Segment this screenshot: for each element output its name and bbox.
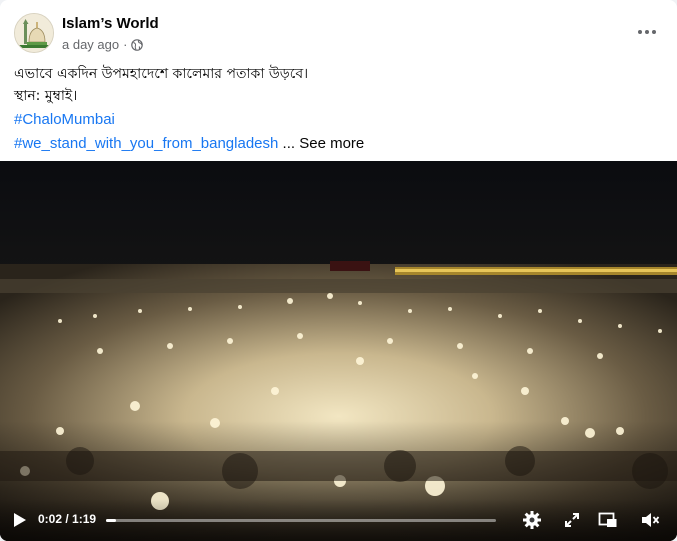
post-body-text: এভাবে একদিন উপমহাদেশে কালেমার পতাকা উড়ব… [14,63,664,107]
post-timestamp[interactable]: a day ago [62,37,119,52]
time-separator: / [62,512,73,526]
current-time: 0:02 [38,512,63,526]
progress-bar[interactable] [106,519,496,522]
video-player[interactable]: 0:02 / 1:19 [0,161,677,541]
post-header: Islam’s World a day ago · [0,0,677,62]
more-options-button[interactable] [631,16,663,48]
video-time: 0:02 / 1:19 [38,512,96,526]
truncation-ellipsis: ... [282,135,296,152]
meta-separator: · [123,37,128,52]
progress-fill [106,519,116,522]
video-duration: 1:19 [72,512,97,526]
post-meta: a day ago · [62,37,144,52]
settings-gear-icon[interactable] [522,510,542,530]
picture-in-picture-icon[interactable] [598,510,618,530]
hashtag-list: #ChaloMumbai #we_stand_with_you_from_ban… [14,108,664,156]
post-text-line-1: এভাবে একদিন উপমহাদেশে কালেমার পতাকা উড়ব… [14,66,309,82]
see-more-link[interactable]: See more [299,135,364,152]
video-frame [0,161,677,541]
post-card: Islam’s World a day ago · এভাবে একদিন উপ… [0,0,677,541]
more-options-icon [638,30,656,34]
globe-icon[interactable] [131,38,144,51]
video-controls: 0:02 / 1:19 [0,499,677,541]
fullscreen-icon[interactable] [562,510,582,530]
play-icon[interactable] [10,511,28,529]
page-name[interactable]: Islam’s World [62,15,159,32]
hashtag-link[interactable]: #we_stand_with_you_from_bangladesh [14,132,278,156]
volume-icon[interactable] [640,510,660,530]
hashtag-link[interactable]: #ChaloMumbai [14,108,115,132]
post-text-line-2: স্থান: মুম্বাই। [14,88,78,104]
mosque-logo-icon [15,14,53,52]
page-avatar[interactable] [14,13,54,53]
